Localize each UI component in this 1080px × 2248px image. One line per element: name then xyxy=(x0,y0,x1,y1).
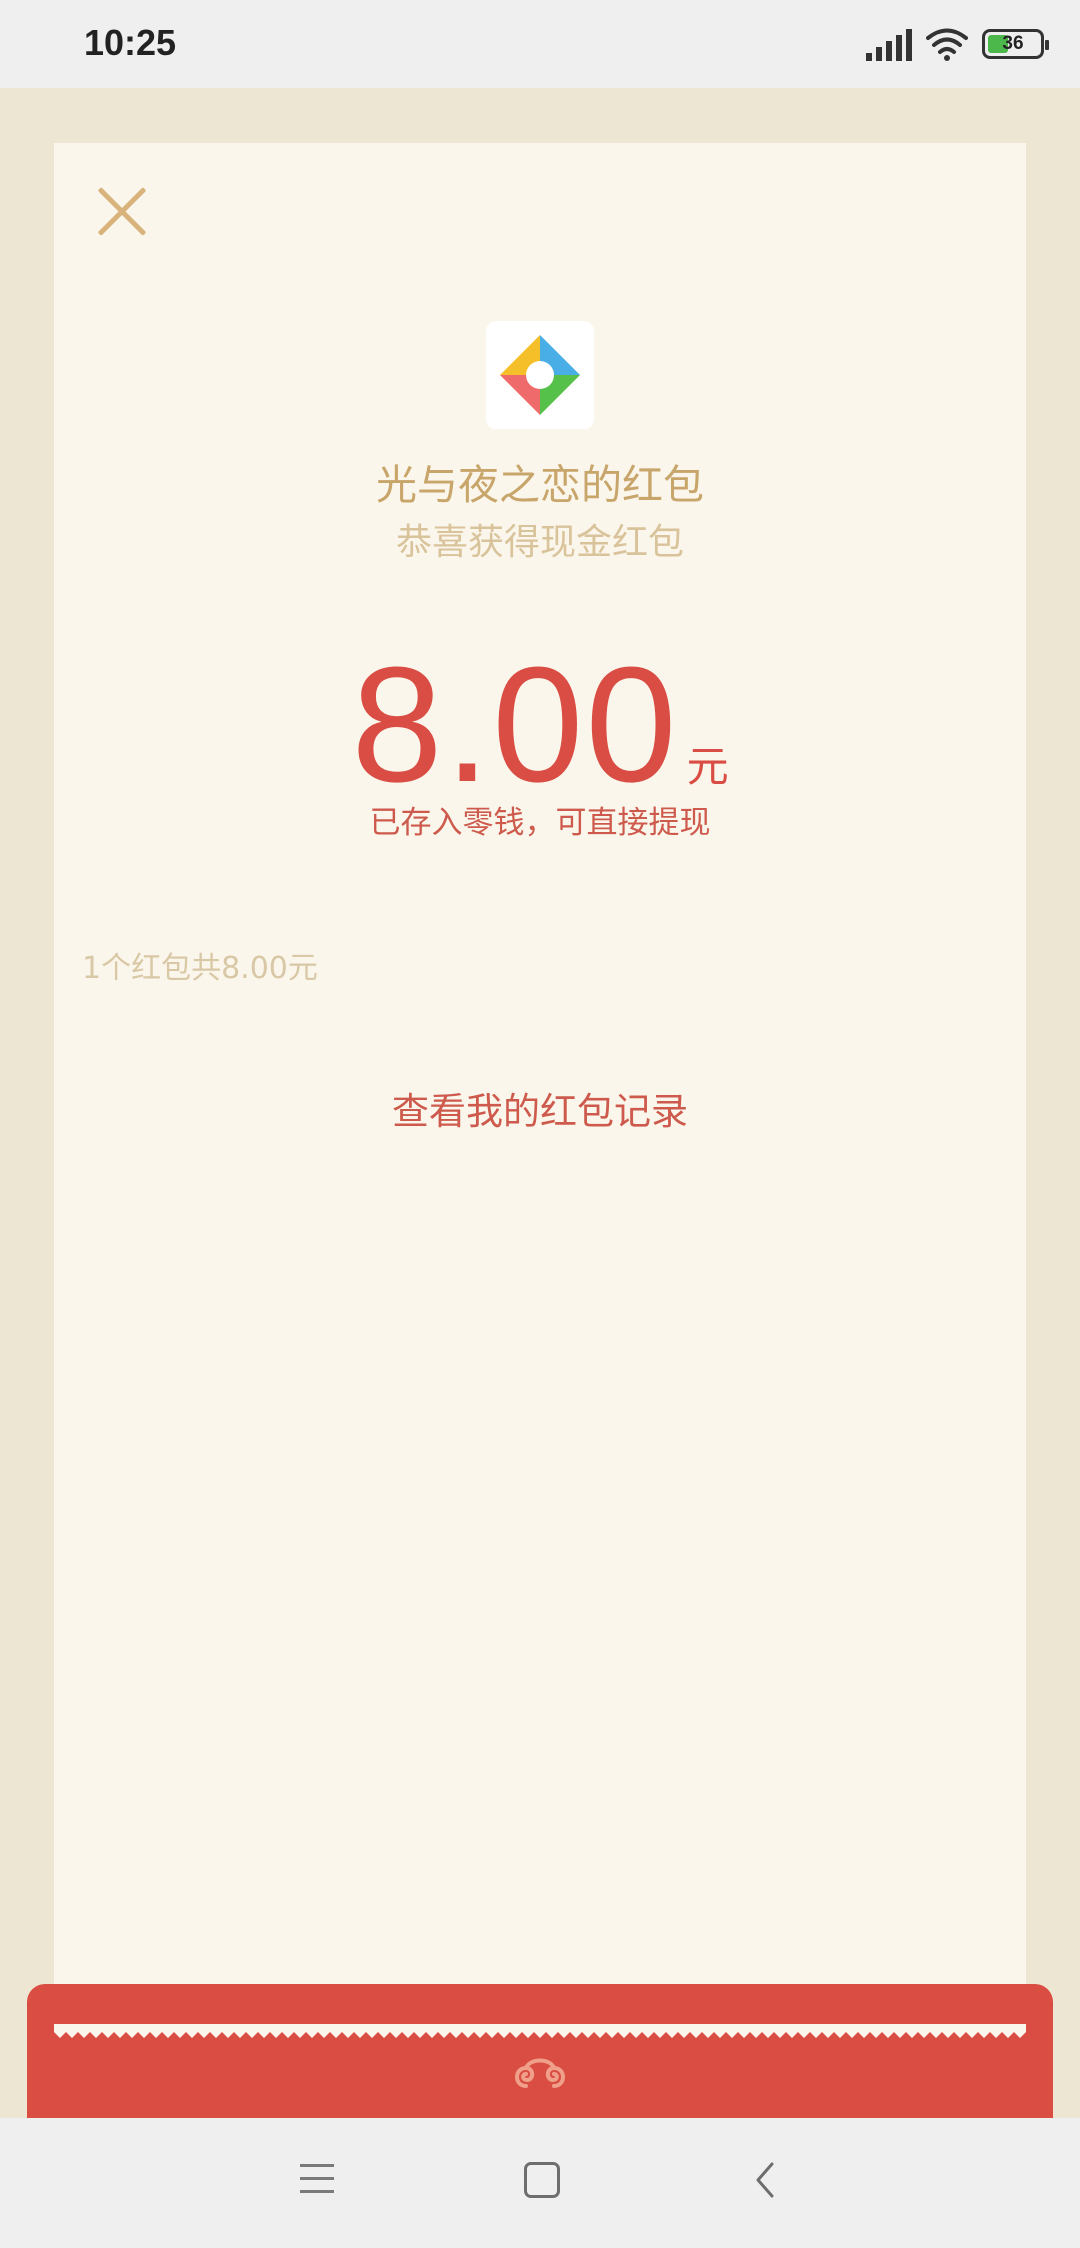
app-logo-icon xyxy=(486,321,594,429)
battery-icon: 36 xyxy=(982,29,1049,59)
sender-title: 光与夜之恋的红包 xyxy=(376,461,704,509)
back-icon[interactable] xyxy=(750,2160,780,2200)
greeting-subtitle: 恭喜获得现金红包 xyxy=(395,522,684,563)
navigation-bar xyxy=(0,2118,1080,2248)
home-icon[interactable] xyxy=(524,2162,560,2198)
stored-note-link[interactable]: 已存入零钱，可直接提现 xyxy=(54,797,1026,842)
cloud-ornament-icon xyxy=(515,2058,565,2088)
battery-level: 36 xyxy=(1002,33,1024,54)
close-icon[interactable] xyxy=(94,183,150,239)
amount-value: 8.00 xyxy=(351,633,679,816)
red-packet-card: 光与夜之恋的红包 恭喜获得现金红包 8.00 元 已存入零钱，可直接提现 1个红包… xyxy=(54,143,1026,2033)
status-icons: 36 xyxy=(866,22,1049,66)
status-bar: 10:25 36 xyxy=(0,0,1080,88)
envelope-edge xyxy=(54,2024,1026,2038)
wifi-icon xyxy=(926,28,968,61)
status-time: 10:25 xyxy=(84,22,177,63)
amount-unit: 元 xyxy=(686,742,729,791)
menu-icon[interactable] xyxy=(300,2164,334,2194)
amount-row: 8.00 元 xyxy=(54,625,1026,825)
signal-icon xyxy=(866,27,912,61)
view-records-link[interactable]: 查看我的红包记录 xyxy=(54,1081,1026,1135)
envelope-base xyxy=(27,1984,1053,2118)
packet-summary: 1个红包共8.00元 xyxy=(82,951,318,986)
